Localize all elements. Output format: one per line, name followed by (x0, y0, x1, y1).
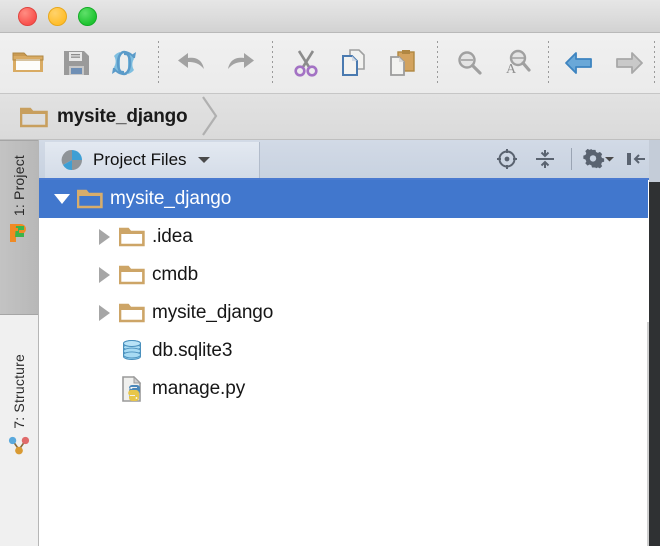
toolbar-clipboard-group (282, 33, 426, 93)
open-folder-icon (12, 52, 44, 72)
toolbar-history-group (168, 33, 264, 93)
collapse-all-icon (536, 150, 554, 168)
folder-icon (119, 263, 145, 287)
cut-button[interactable] (282, 37, 330, 89)
sidebar-item-structure-label: 7: Structure (11, 354, 27, 429)
sidebar-item-structure[interactable]: 7: Structure (0, 340, 38, 520)
breadcrumb-label: mysite_django (57, 105, 188, 127)
tree-item-label: mysite_django (110, 188, 232, 209)
svg-text:A: A (506, 62, 517, 77)
settings-dropdown-chevron-icon[interactable] (604, 155, 615, 163)
paste-button[interactable] (378, 37, 426, 89)
toolbar-navigate-group (556, 33, 652, 93)
replace-button[interactable]: A (493, 37, 541, 89)
navigate-forward-button[interactable] (604, 37, 652, 89)
open-folder-button[interactable] (4, 37, 52, 89)
tab-project-files[interactable]: Project Files (45, 142, 260, 178)
find-button[interactable] (445, 37, 493, 89)
save-all-button[interactable] (52, 37, 100, 89)
table-row[interactable]: manage.py (39, 370, 648, 408)
pycharm-window: A mysite_django 1: Project 7: Structure … (0, 0, 660, 546)
minimize-window-button[interactable] (48, 7, 67, 26)
twisty-collapsed-icon[interactable] (89, 266, 119, 284)
settings-button[interactable] (580, 142, 616, 176)
navigate-back-button[interactable] (556, 37, 604, 89)
sidebar-item-project[interactable]: 1: Project (0, 140, 38, 315)
undo-arrow-icon (178, 53, 204, 69)
twisty-expanded-icon[interactable] (47, 192, 77, 206)
toolbar-search-group: A (445, 33, 541, 93)
arrow-left-icon (565, 52, 592, 74)
toolbar-file-group (4, 33, 148, 93)
folder-icon (20, 107, 48, 127)
tree-item-label: .idea (152, 226, 193, 247)
project-file-tree[interactable]: mysite_django .idea cmdb mysite_django d… (39, 180, 648, 546)
close-window-button[interactable] (18, 7, 37, 26)
select-opened-file-button[interactable] (489, 142, 525, 176)
database-icon (119, 339, 145, 363)
table-row[interactable]: cmdb (39, 256, 648, 294)
twisty-collapsed-icon[interactable] (89, 228, 119, 246)
left-tool-strip: 1: Project 7: Structure (0, 140, 39, 546)
magnifier-icon (458, 51, 482, 75)
folder-icon (119, 225, 145, 249)
toolbar-separator-1 (158, 41, 159, 86)
project-tool-window: Project Files mysite_django .idea cmdb m… (39, 140, 660, 546)
right-gutter-top (649, 140, 660, 182)
synchronize-button[interactable] (100, 37, 148, 89)
python-file-icon (119, 376, 145, 402)
title-bar (0, 0, 660, 33)
gear-icon (582, 148, 604, 169)
breadcrumb[interactable]: mysite_django (20, 94, 219, 139)
save-floppy-icon (64, 51, 89, 75)
tree-item-label: manage.py (152, 378, 246, 399)
tool-window-actions (489, 140, 654, 178)
pie-chart-icon (61, 149, 82, 171)
undo-button[interactable] (168, 37, 216, 89)
toolbar-separator-4 (548, 41, 549, 86)
main-toolbar: A (0, 33, 660, 94)
toolbar-separator-5 (654, 41, 655, 86)
sync-refresh-icon (112, 50, 136, 76)
redo-button[interactable] (216, 37, 264, 89)
chevron-right-icon (202, 96, 218, 136)
table-row[interactable]: mysite_django (39, 180, 648, 218)
table-row[interactable]: mysite_django (39, 294, 648, 332)
copy-button[interactable] (330, 37, 378, 89)
breadcrumb-bar: mysite_django (0, 94, 660, 140)
collapse-all-button[interactable] (527, 142, 563, 176)
toolbar-separator-3 (437, 41, 438, 86)
zoom-window-button[interactable] (78, 7, 97, 26)
table-row[interactable]: db.sqlite3 (39, 332, 648, 370)
magnifier-text-icon: A (506, 49, 531, 77)
scissors-icon (294, 50, 318, 77)
redo-arrow-icon (228, 53, 254, 69)
sidebar-item-project-label: 1: Project (11, 155, 27, 217)
tree-item-label: mysite_django (152, 302, 274, 323)
table-row[interactable]: .idea (39, 218, 648, 256)
toolbar-separator-2 (272, 41, 273, 86)
molecule-structure-icon (8, 436, 30, 455)
target-crosshair-icon (497, 149, 517, 169)
tree-item-label: cmdb (152, 264, 199, 285)
editor-right-gutter (649, 182, 660, 546)
chevron-down-icon[interactable] (197, 155, 211, 165)
clipboard-paste-icon (390, 50, 415, 76)
hide-panel-icon (627, 153, 645, 165)
tool-window-header: Project Files (39, 140, 660, 180)
folder-icon (77, 187, 103, 211)
twisty-collapsed-icon[interactable] (89, 304, 119, 322)
copy-documents-icon (342, 49, 365, 76)
arrow-right-icon (616, 52, 643, 74)
tab-project-files-label: Project Files (93, 150, 187, 169)
folder-icon (119, 301, 145, 325)
tree-item-label: db.sqlite3 (152, 340, 233, 361)
window-controls (18, 7, 97, 26)
pycharm-project-icon (10, 224, 26, 243)
tool-window-action-separator (571, 148, 572, 170)
